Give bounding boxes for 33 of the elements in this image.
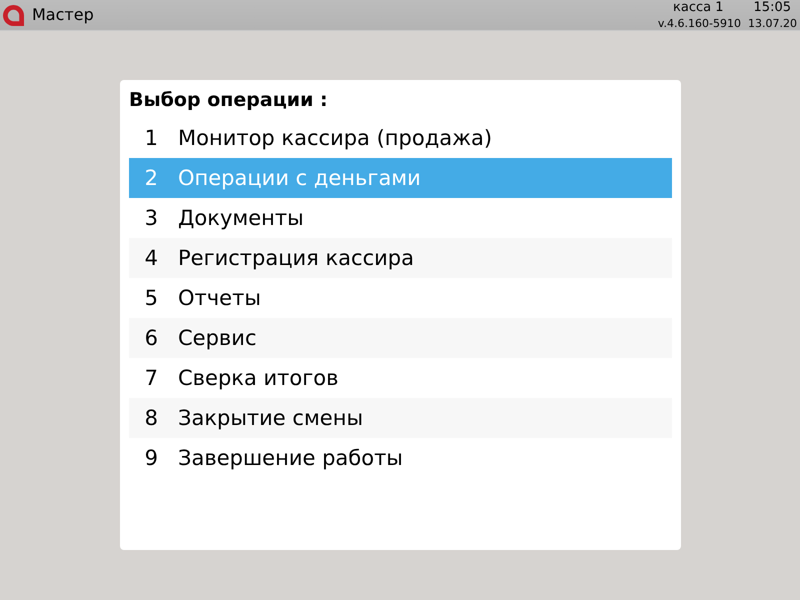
menu-title: Выбор операции : [129, 88, 329, 112]
item-number: 9 [144, 446, 158, 470]
item-number: 4 [144, 246, 158, 270]
menu-item[interactable]: 9 Завершение работы [129, 438, 672, 478]
item-label: Документы [178, 206, 304, 230]
date-label: 13.07.20 [748, 16, 797, 30]
item-label: Сверка итогов [178, 366, 339, 390]
item-label: Монитор кассира (продажа) [178, 126, 492, 150]
item-number: 7 [144, 366, 158, 390]
item-number: 6 [144, 326, 158, 350]
menu-item[interactable]: 5 Отчеты [129, 278, 672, 318]
item-number: 1 [144, 126, 158, 150]
time-label: 15:05 [754, 0, 791, 14]
item-label: Закрытие смены [178, 406, 364, 430]
item-label: Операции с деньгами [178, 166, 421, 190]
item-number: 2 [144, 166, 158, 190]
item-label: Завершение работы [178, 446, 403, 470]
menu-item[interactable]: 6 Сервис [129, 318, 672, 358]
item-label: Сервис [178, 326, 256, 350]
item-number: 3 [144, 206, 158, 230]
app-title: Мастер [32, 6, 94, 24]
item-label: Отчеты [178, 286, 261, 310]
logo-icon [3, 4, 24, 26]
item-label: Регистрация кассира [178, 246, 414, 270]
menu-item[interactable]: 7 Сверка итогов [129, 358, 672, 398]
item-number: 8 [144, 406, 158, 430]
menu-item[interactable]: 4 Регистрация кассира [129, 238, 672, 278]
version-label: v.4.6.160-5910 [658, 16, 742, 30]
register-label: касса 1 [673, 0, 724, 14]
menu-item[interactable]: 8 Закрытие смены [129, 398, 672, 438]
menu-item[interactable]: 1 Монитор кассира (продажа) [129, 118, 672, 158]
menu-item[interactable]: 3 Документы [129, 198, 672, 238]
item-number: 5 [144, 286, 158, 310]
